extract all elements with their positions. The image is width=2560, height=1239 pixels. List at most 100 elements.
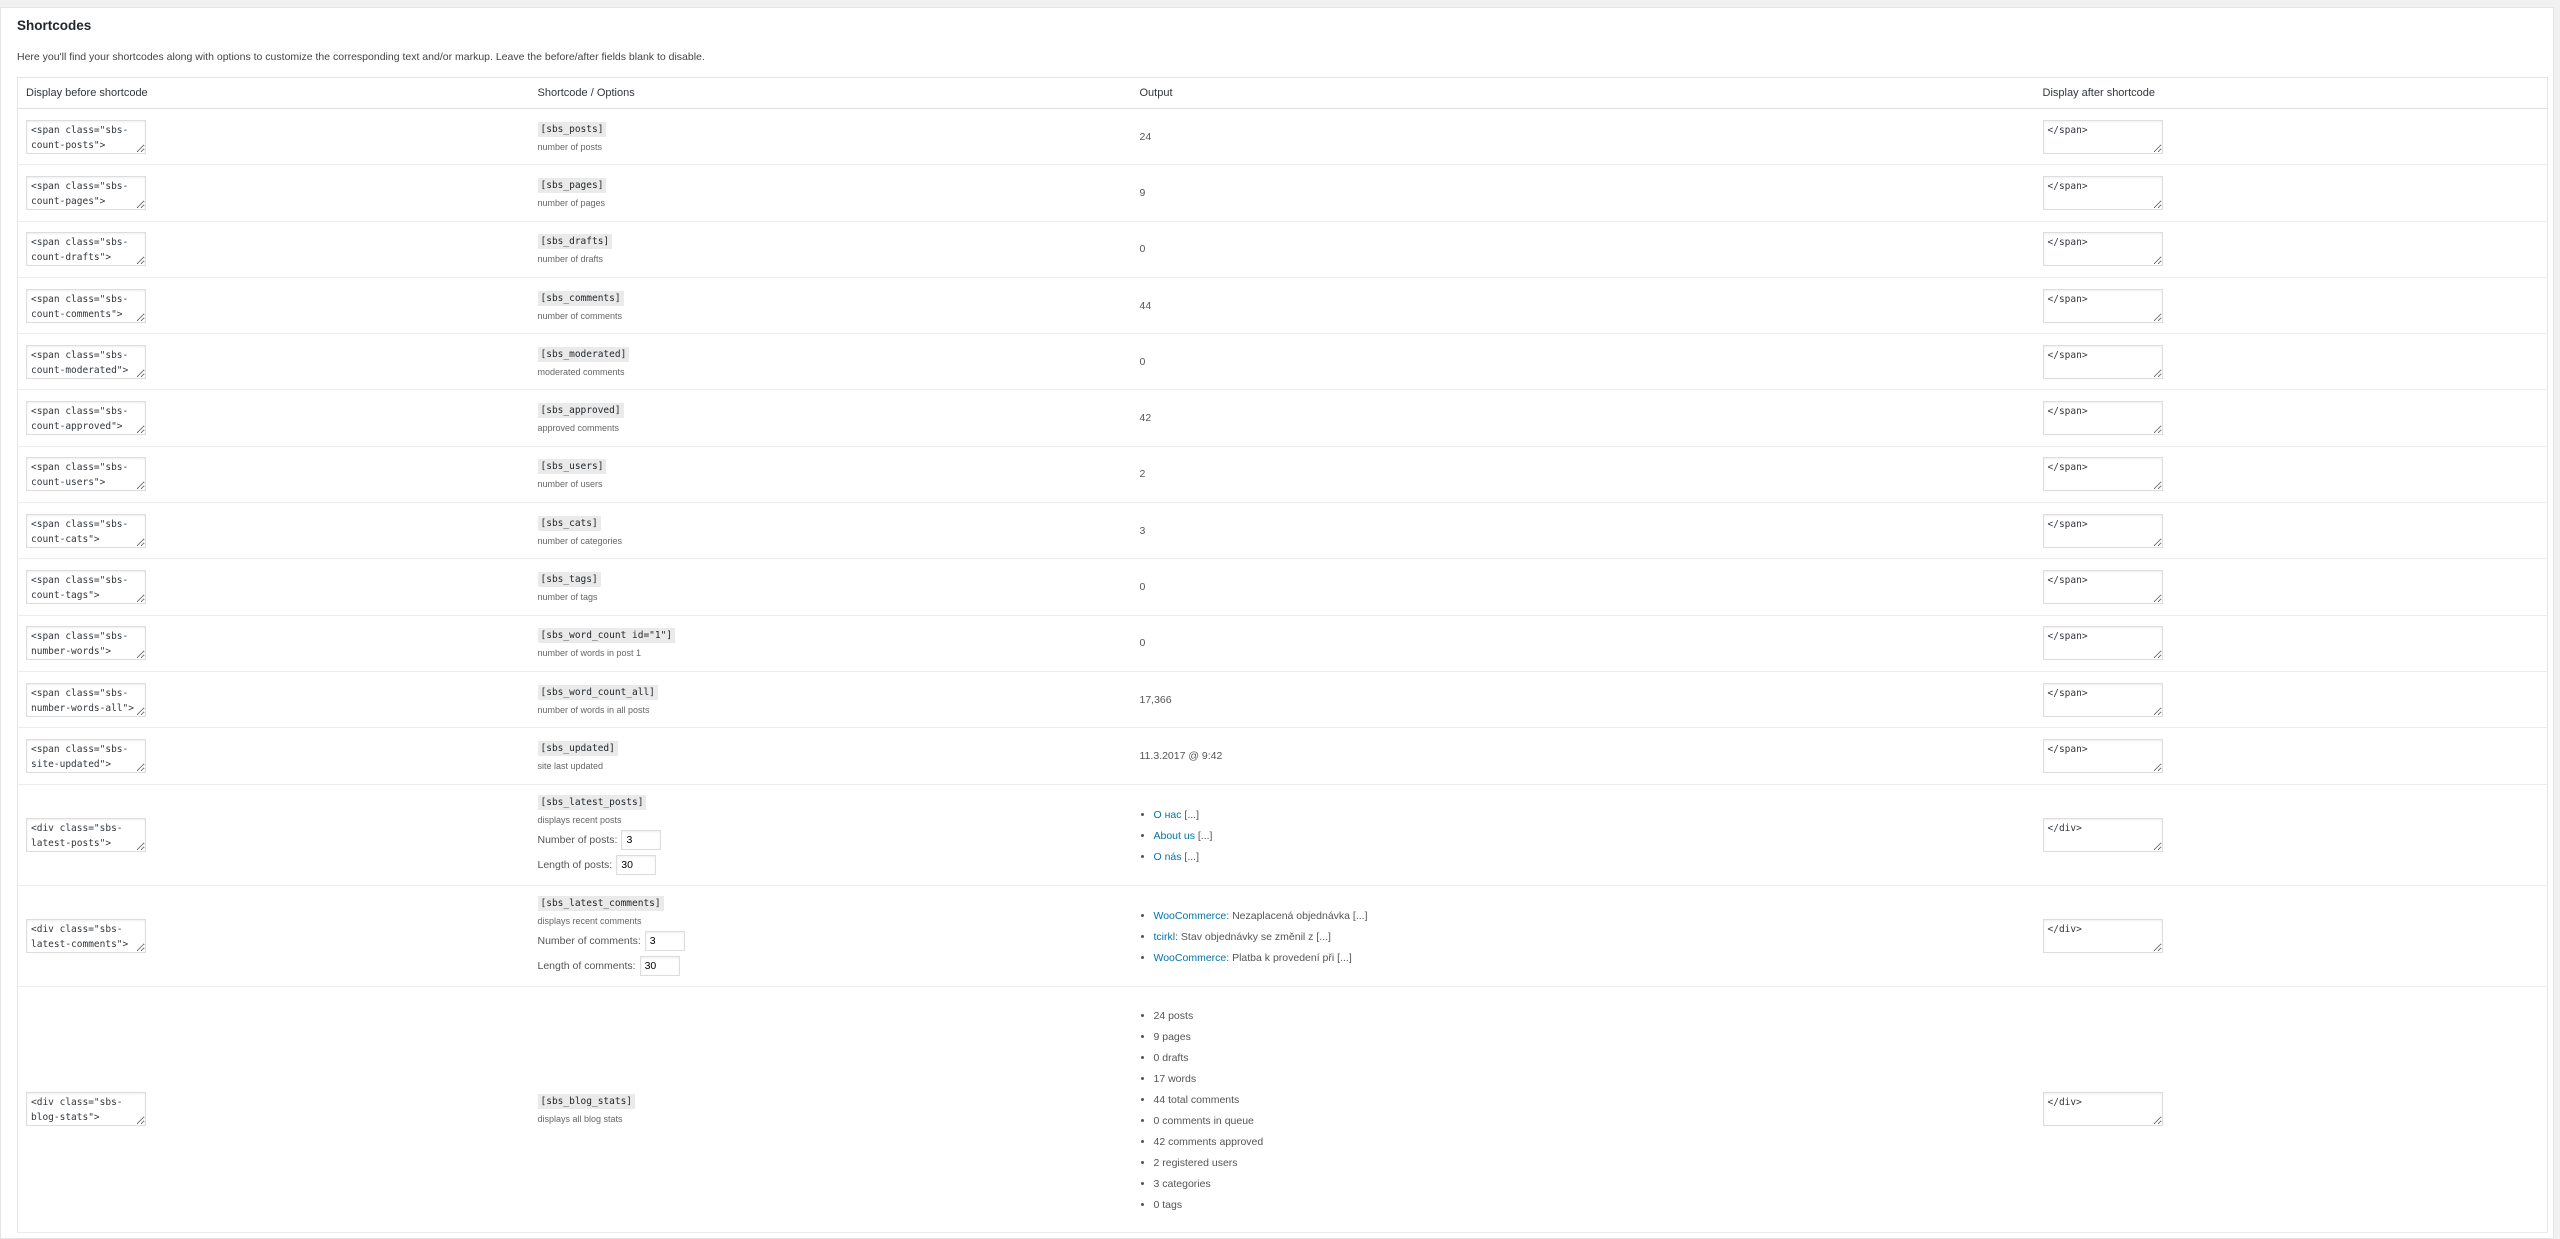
shortcode-description: displays recent comments	[537, 915, 642, 926]
after-shortcode-field[interactable]: </span>	[2042, 738, 2163, 773]
shortcode-tag: [sbs_comments]	[537, 290, 624, 306]
shortcode-description: displays recent posts	[537, 814, 622, 825]
post-excerpt: [...]	[1194, 830, 1213, 843]
shortcode-output: 24	[1139, 130, 1152, 143]
before-shortcode-field[interactable]: <span class="sbs-count-cats">	[26, 513, 146, 548]
before-shortcode-field[interactable]: <span class="sbs-number-words">	[26, 626, 146, 661]
table-row: <span class="sbs-count-comments"> [sbs_co…	[17, 277, 2548, 335]
option-label: Number of posts:	[537, 833, 618, 846]
option-label: Length of posts:	[537, 858, 613, 871]
after-shortcode-field[interactable]: </span>	[2042, 232, 2163, 267]
post-excerpt: [...]	[1181, 851, 1200, 864]
before-shortcode-field[interactable]: <span class="sbs-count-posts">	[26, 119, 146, 154]
shortcode-output: 0	[1139, 355, 1146, 368]
after-shortcode-field[interactable]: </div>	[2042, 1092, 2163, 1127]
length-of-comments-input[interactable]	[639, 955, 680, 976]
before-shortcode-field[interactable]: <span class="sbs-count-approved">	[26, 401, 146, 436]
after-shortcode-field[interactable]: </span>	[2042, 457, 2163, 492]
after-shortcode-field[interactable]: </span>	[2042, 570, 2163, 605]
before-shortcode-field[interactable]: <span class="sbs-number-words-all">	[26, 682, 146, 717]
table-row: <span class="sbs-count-drafts"> [sbs_draf…	[17, 221, 2548, 278]
list-item: 24 posts	[1154, 1010, 2027, 1023]
after-shortcode-field[interactable]: </span>	[2042, 626, 2163, 661]
shortcodes-table: Display before shortcode Shortcode / Opt…	[17, 77, 2548, 1233]
table-row: <span class="sbs-site-updated"> [sbs_upda…	[17, 727, 2548, 785]
comment-excerpt: : Stav objednávky se změnil z [...]	[1175, 931, 1331, 944]
column-header-before: Display before shortcode	[17, 77, 530, 109]
list-item: WooCommerce: Nezaplacená objednávka [...…	[1154, 910, 2027, 923]
shortcode-tag: [sbs_word_count id="1"]	[537, 628, 676, 644]
table-row: <span class="sbs-number-words"> [sbs_word…	[17, 615, 2548, 672]
comment-author-link[interactable]: WooCommerce	[1154, 952, 1227, 964]
table-row: <span class="sbs-count-users"> [sbs_users…	[17, 446, 2548, 504]
post-link[interactable]: О нас	[1154, 809, 1182, 821]
number-of-comments-input[interactable]	[644, 930, 685, 951]
shortcode-tag: [sbs_pages]	[537, 177, 607, 193]
list-item: 2 registered users	[1154, 1157, 2027, 1170]
shortcode-description: site last updated	[537, 760, 604, 771]
before-shortcode-field[interactable]: <span class="sbs-count-users">	[26, 457, 146, 492]
before-shortcode-field[interactable]: <span class="sbs-count-comments">	[26, 288, 146, 323]
shortcode-description: number of users	[537, 479, 603, 490]
before-shortcode-field[interactable]: <div class="sbs-latest-comments">	[26, 918, 146, 953]
after-shortcode-field[interactable]: </span>	[2042, 175, 2163, 210]
comment-author-link[interactable]: WooCommerce	[1154, 910, 1227, 922]
after-shortcode-field[interactable]: </span>	[2042, 513, 2163, 548]
shortcode-output: 3	[1139, 524, 1146, 537]
shortcode-output: 44	[1139, 299, 1152, 312]
shortcode-tag: [sbs_latest_posts]	[537, 794, 647, 810]
before-shortcode-field[interactable]: <span class="sbs-count-pages">	[26, 175, 146, 210]
column-header-output: Output	[1131, 77, 2035, 109]
intro-text: Here you'll find your shortcodes along w…	[17, 51, 705, 63]
comment-excerpt: : Platba k provedení při [...]	[1226, 952, 1352, 965]
after-shortcode-field[interactable]: </span>	[2042, 344, 2163, 379]
before-shortcode-field[interactable]: <div class="sbs-latest-posts">	[26, 817, 146, 852]
shortcode-output: 2	[1139, 468, 1146, 481]
after-shortcode-field[interactable]: </span>	[2042, 401, 2163, 436]
shortcode-tag: [sbs_tags]	[537, 572, 601, 588]
table-row: <span class="sbs-count-tags"> [sbs_tags] n…	[17, 558, 2548, 616]
table-row: <span class="sbs-count-moderated"> [sbs_m…	[17, 333, 2548, 391]
before-shortcode-field[interactable]: <span class="sbs-site-updated">	[26, 738, 146, 773]
table-header-row: Display before shortcode Shortcode / Opt…	[17, 77, 2548, 109]
before-shortcode-field[interactable]: <span class="sbs-count-moderated">	[26, 344, 146, 379]
list-item: 44 total comments	[1154, 1094, 2027, 1107]
shortcode-tag: [sbs_latest_comments]	[537, 895, 664, 911]
table-row: <span class="sbs-count-cats"> [sbs_cats] n…	[17, 502, 2548, 560]
length-of-posts-input[interactable]	[616, 854, 657, 875]
list-item: 0 comments in queue	[1154, 1115, 2027, 1128]
before-shortcode-field[interactable]: <span class="sbs-count-tags">	[26, 570, 146, 605]
table-row: <span class="sbs-count-pages"> [sbs_pages…	[17, 164, 2548, 222]
shortcode-tag: [sbs_posts]	[537, 121, 607, 137]
shortcode-description: number of categories	[537, 535, 623, 546]
after-shortcode-field[interactable]: </div>	[2042, 817, 2163, 852]
shortcode-output: 0	[1139, 243, 1146, 256]
list-item: tcirkl: Stav objednávky se změnil z [...…	[1154, 931, 2027, 944]
post-link[interactable]: About us	[1154, 830, 1195, 842]
shortcode-tag: [sbs_drafts]	[537, 234, 613, 250]
number-of-posts-input[interactable]	[621, 829, 662, 850]
table-row-latest-comments: <div class="sbs-latest-comments"> [sbs_l…	[17, 885, 2548, 987]
post-link[interactable]: O nás	[1154, 851, 1182, 863]
before-shortcode-field[interactable]: <div class="sbs-blog-stats">	[26, 1092, 146, 1127]
comment-author-link[interactable]: tcirkl	[1154, 931, 1176, 943]
shortcode-description: number of words in post 1	[537, 648, 642, 659]
shortcode-description: number of posts	[537, 141, 603, 152]
shortcode-output: 11.3.2017 @ 9:42	[1139, 749, 1223, 762]
list-item: О нас [...]	[1154, 809, 2027, 822]
shortcode-tag: [sbs_word_count_all]	[537, 684, 658, 700]
latest-comments-list: WooCommerce: Nezaplacená objednávka [...…	[1140, 910, 2027, 965]
before-shortcode-field[interactable]: <span class="sbs-count-drafts">	[26, 232, 146, 267]
table-row: <span class="sbs-number-words-all"> [sbs_…	[17, 671, 2548, 729]
column-header-shortcode: Shortcode / Options	[529, 77, 1132, 109]
option-label: Length of comments:	[537, 959, 636, 972]
shortcode-description: moderated comments	[537, 366, 625, 377]
after-shortcode-field[interactable]: </div>	[2042, 918, 2163, 953]
list-item: 42 comments approved	[1154, 1136, 2027, 1149]
latest-posts-list: О нас [...] About us [...] O nás [...]	[1140, 809, 2027, 864]
shortcode-tag: [sbs_approved]	[537, 403, 624, 419]
after-shortcode-field[interactable]: </span>	[2042, 119, 2163, 154]
after-shortcode-field[interactable]: </span>	[2042, 288, 2163, 323]
table-row: <span class="sbs-count-approved"> [sbs_ap…	[17, 389, 2548, 447]
after-shortcode-field[interactable]: </span>	[2042, 682, 2163, 717]
